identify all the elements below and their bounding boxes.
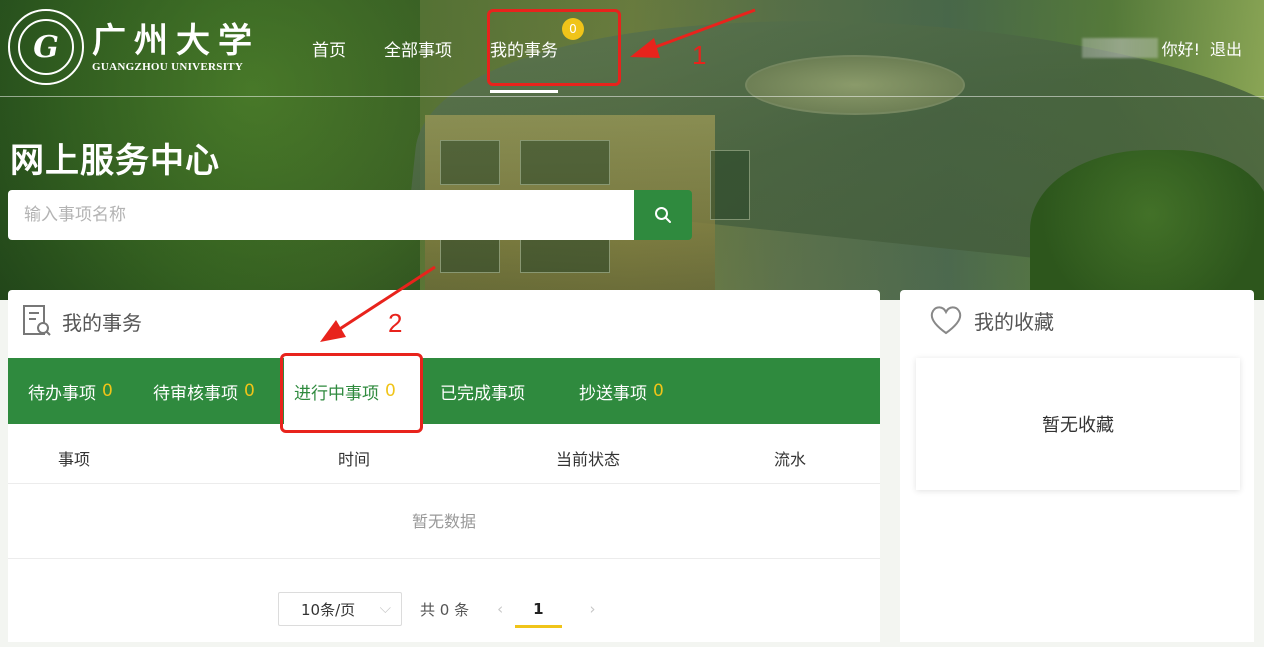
- greeting-text: 你好!: [1161, 40, 1200, 59]
- tab-completed[interactable]: 已完成事项: [440, 358, 531, 424]
- tab-awaiting-review[interactable]: 待审核事项 0: [153, 358, 255, 424]
- favorites-empty-text: 暂无收藏: [1042, 415, 1114, 436]
- my-affairs-title: 我的事务: [62, 310, 142, 335]
- university-emblem-icon: G: [8, 9, 84, 85]
- favorites-empty-card: 暂无收藏: [916, 358, 1240, 490]
- favorites-panel: 我的收藏 暂无收藏: [900, 290, 1254, 642]
- affairs-document-icon: [23, 305, 51, 336]
- tab-label: 抄送事项: [579, 383, 647, 404]
- logo-english-name: GUANGZHOU UNIVERSITY: [92, 61, 244, 73]
- annotation-box-2: [280, 353, 423, 433]
- annotation-arrow-2-icon: [320, 265, 436, 342]
- annotation-box-1: [487, 9, 621, 86]
- column-header-status: 当前状态: [556, 450, 621, 469]
- favorites-title: 我的收藏: [974, 309, 1054, 334]
- page-size-value: 10条/页: [301, 600, 356, 619]
- annotation-number-1: 1: [692, 40, 707, 70]
- annotation-arrow-1-icon: [630, 8, 756, 58]
- prev-page-icon[interactable]: ‹: [497, 600, 503, 618]
- tab-cc[interactable]: 抄送事项 0: [579, 358, 664, 424]
- affairs-tabs: 待办事项 0 待审核事项 0 进行中事项 0 已完成事项 抄送事项 0: [8, 358, 880, 424]
- table-header: 事项 时间 当前状态 流水: [8, 424, 880, 484]
- tab-count: 0: [102, 381, 113, 401]
- logout-link[interactable]: 退出: [1210, 36, 1242, 60]
- search-button[interactable]: [634, 190, 692, 240]
- chevron-down-icon: ⌵: [379, 599, 391, 617]
- logo-chinese-name: 广州大学: [92, 21, 260, 61]
- favorites-header: 我的收藏: [928, 304, 1054, 336]
- column-header-item: 事项: [58, 450, 91, 469]
- my-affairs-header: 我的事务: [22, 304, 142, 338]
- heart-icon: [930, 306, 962, 335]
- search-input[interactable]: [8, 190, 634, 240]
- next-page-icon[interactable]: ›: [590, 600, 596, 618]
- page-title: 网上服务中心: [10, 141, 220, 181]
- nav-divider: [0, 96, 1264, 97]
- user-box: 你好! 退出: [1081, 36, 1242, 60]
- tab-label: 待办事项: [28, 383, 96, 404]
- search-icon: [655, 207, 671, 223]
- username-redacted: [1081, 38, 1158, 58]
- current-page-number[interactable]: 1: [514, 600, 563, 628]
- nav-all-items[interactable]: 全部事项: [384, 32, 452, 65]
- tab-count: 0: [244, 381, 255, 401]
- tab-pending[interactable]: 待办事项 0: [28, 358, 113, 424]
- tab-count: 0: [653, 381, 664, 401]
- tab-label: 待审核事项: [153, 383, 238, 404]
- my-affairs-panel: 我的事务 待办事项 0 待审核事项 0 进行中事项 0 已完成事项 抄送事项 0…: [8, 290, 880, 642]
- page-size-select[interactable]: 10条/页 ⌵: [278, 592, 402, 626]
- annotation-number-2: 2: [388, 308, 403, 338]
- nav-home[interactable]: 首页: [312, 32, 346, 65]
- column-header-time: 时间: [338, 450, 371, 469]
- university-logo[interactable]: G 广州大学 GUANGZHOU UNIVERSITY: [8, 8, 278, 86]
- tab-label: 已完成事项: [440, 383, 525, 404]
- pagination: 10条/页 ⌵ 共 0 条 ‹ 1 ›: [278, 592, 596, 628]
- empty-state-text: 暂无数据: [8, 484, 880, 559]
- total-count: 共 0 条: [420, 600, 470, 619]
- column-header-serial: 流水: [774, 450, 807, 469]
